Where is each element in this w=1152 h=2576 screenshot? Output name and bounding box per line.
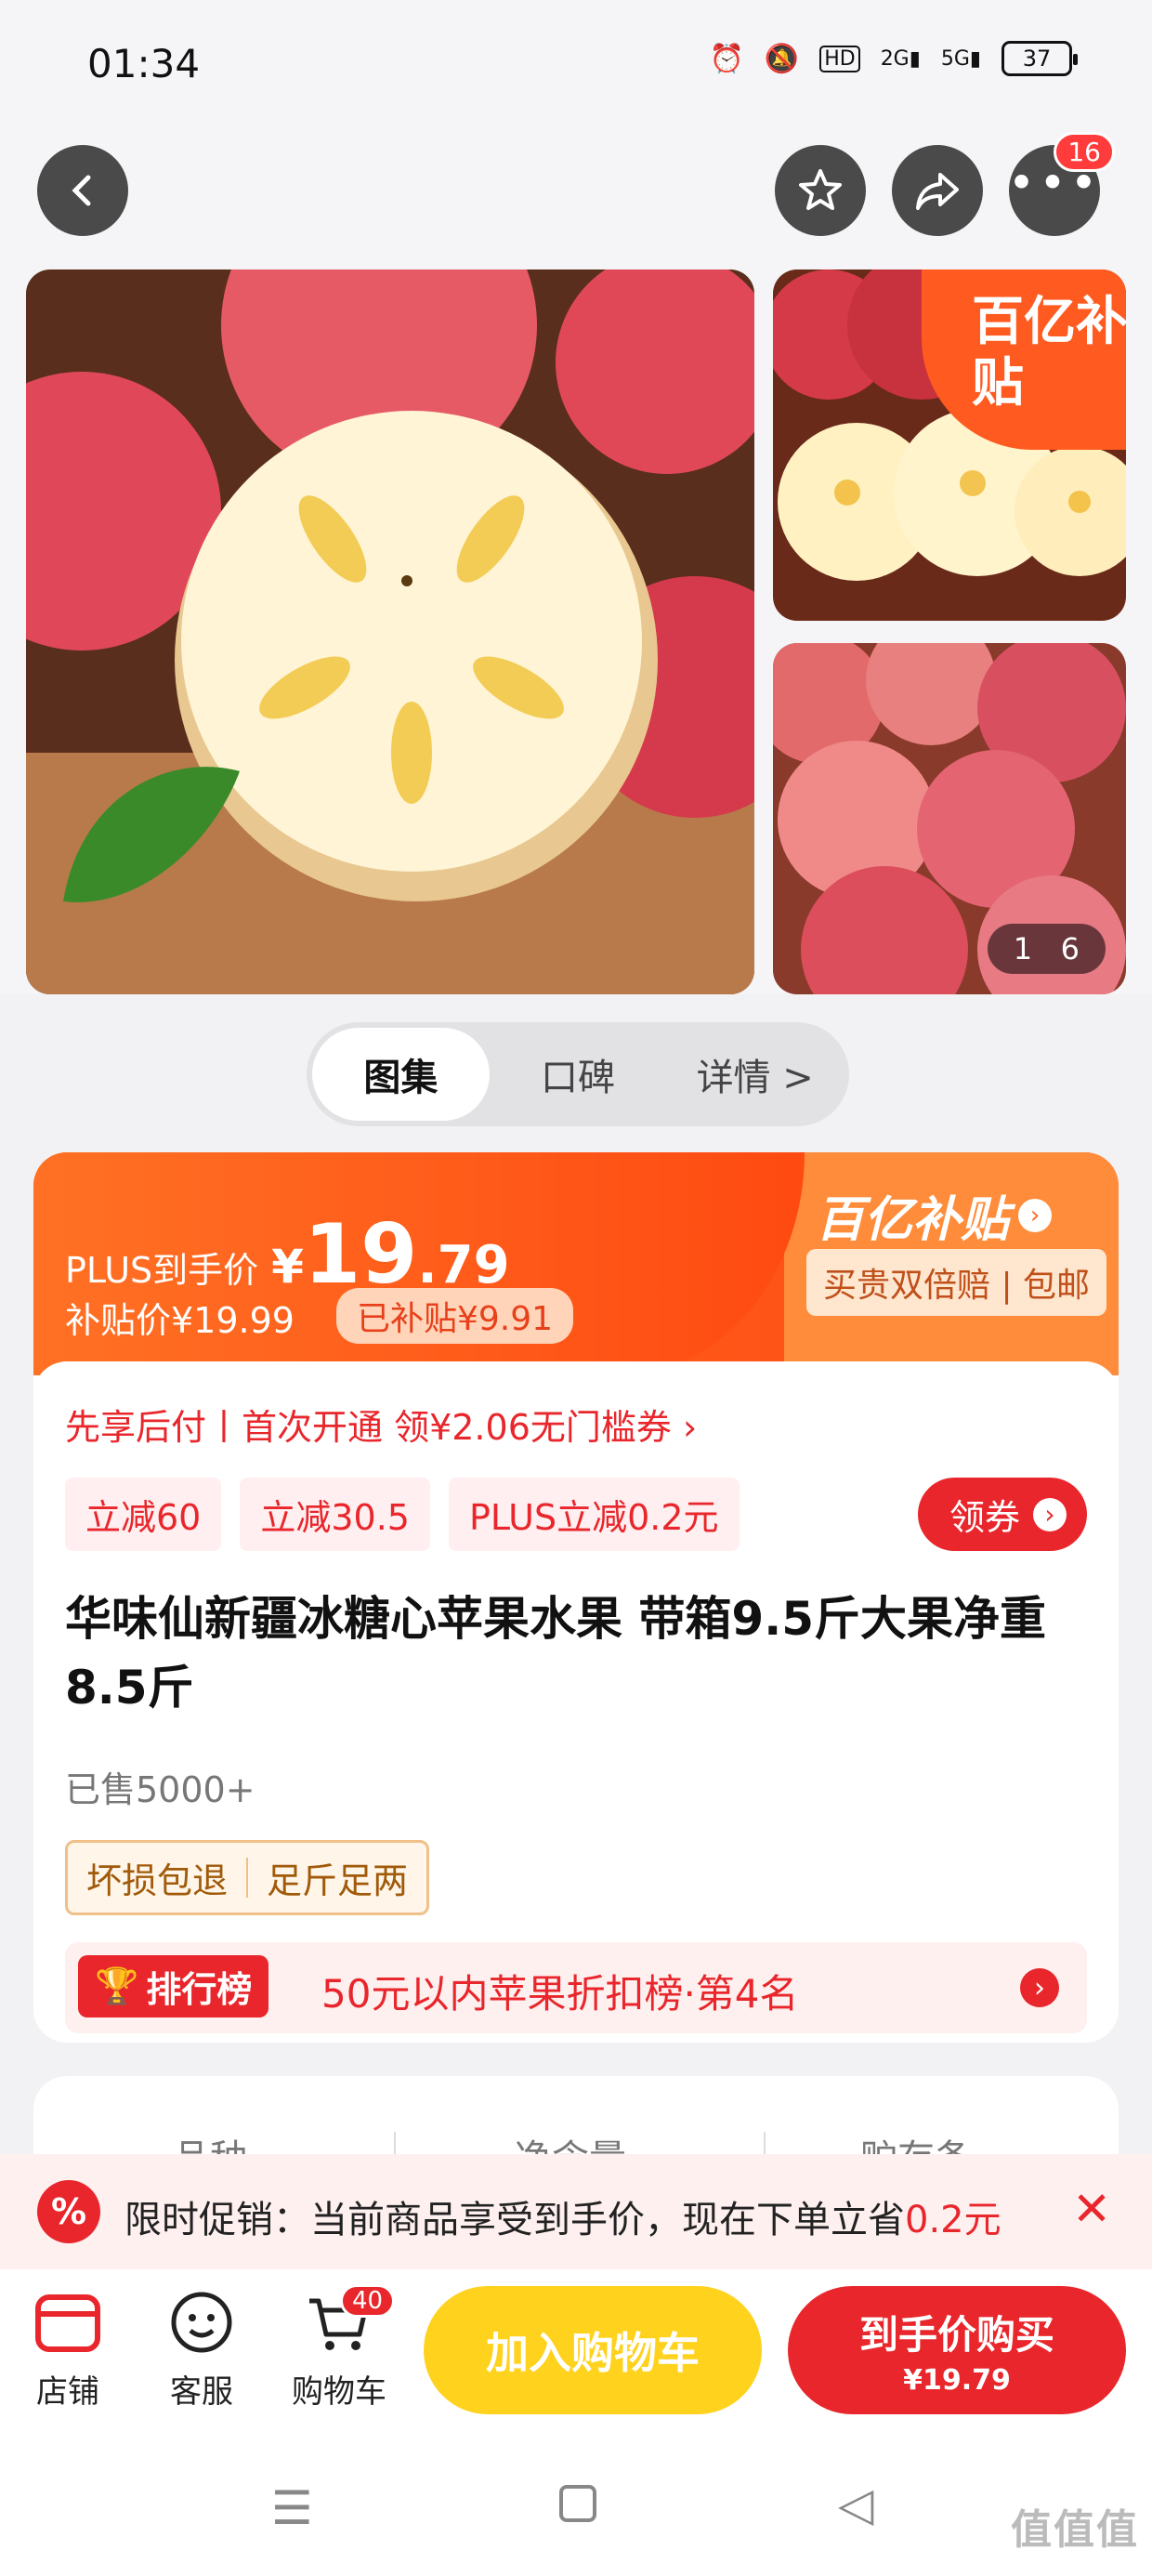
battery-icon: 37: [1001, 41, 1078, 76]
share-button[interactable]: [892, 145, 983, 236]
buy-now-button[interactable]: 到手价购买 ¥19.79: [788, 2286, 1126, 2414]
chevron-right-icon: ›: [1020, 1968, 1059, 2007]
chat-smile-icon: [171, 2292, 232, 2353]
watermark-logo: 值值值: [1011, 2506, 1139, 2554]
status-time: 01:34: [87, 41, 201, 86]
chevron-right-icon: ›: [1033, 1497, 1067, 1531]
service-tag: 足斤足两: [267, 1860, 409, 1901]
plus-price: PLUS到手价 ¥ 19 .79: [65, 1206, 510, 1302]
menu-icon[interactable]: ☰: [271, 2481, 313, 2535]
product-title: 华味仙新疆冰糖心苹果水果 带箱9.5斤大果净重8.5斤: [65, 1592, 1046, 1715]
store-button[interactable]: 店铺: [26, 2290, 110, 2412]
sold-count: 已售5000+: [65, 1769, 255, 1810]
back-button[interactable]: [37, 145, 128, 236]
tab-reviews[interactable]: 口碑: [490, 1028, 667, 1121]
mute-icon: 🔕: [764, 42, 800, 75]
promo-text: 限时促销：当前商品享受到手价，现在下单立省0.2元: [124, 2199, 1001, 2241]
signal-icon: 2G▮: [880, 46, 921, 71]
signal-5g-icon: 5G▮: [940, 46, 981, 71]
tab-details[interactable]: 详情 >: [666, 1028, 844, 1121]
main-product-image[interactable]: [26, 269, 754, 994]
image-counter: 1 6: [987, 924, 1106, 974]
alarm-icon: ⏰: [709, 42, 744, 75]
status-icons: ⏰ 🔕 HD 2G▮ 5G▮ 37: [709, 41, 1078, 76]
hd-icon: HD: [819, 45, 860, 72]
back-arrow-icon: [72, 175, 91, 206]
star-icon: [799, 169, 842, 210]
subsidized-amount: 已补贴¥9.91: [336, 1288, 574, 1344]
subsidy-price: 补贴价¥19.99: [65, 1300, 295, 1341]
favorite-button[interactable]: [775, 145, 866, 236]
message-count-badge: 16: [1054, 132, 1115, 172]
coupon-chip: PLUS立减0.2元: [448, 1478, 740, 1551]
thumbnail-image-1[interactable]: 百亿补贴: [773, 269, 1126, 621]
add-to-cart-button[interactable]: 加入购物车: [424, 2286, 762, 2414]
get-coupon-button[interactable]: 领券 ›: [917, 1478, 1087, 1551]
status-bar: 01:34 ⏰ 🔕 HD 2G▮ 5G▮ 37: [0, 0, 1152, 130]
home-icon[interactable]: [559, 2485, 596, 2522]
tab-gallery[interactable]: 图集: [312, 1028, 490, 1121]
ranking-text: 50元以内苹果折扣榜·第4名: [321, 1971, 799, 2017]
thumbnail-image-2[interactable]: 1 6: [773, 643, 1126, 994]
bottom-action-bar: 店铺 客服 40 购物车 加入购物车 到手价购买 ¥19.79: [0, 2269, 1152, 2437]
guarantee-label: 买贵双倍赔 | 包邮: [806, 1249, 1107, 1316]
product-info-body: 先享后付丨首次开通 领¥2.06无门槛券 › 立减60 立减30.5 PLUS立…: [33, 1361, 1119, 2043]
coupon-chip: 立减60: [65, 1478, 222, 1551]
close-icon[interactable]: ✕: [1072, 2182, 1111, 2236]
store-icon: [35, 2294, 100, 2352]
product-info-card: PLUS到手价 ¥ 19 .79 补贴价¥19.99 已补贴¥9.91 百亿补贴…: [33, 1152, 1119, 2043]
trophy-icon: 🏆: [95, 1965, 139, 2006]
pay-later-banner[interactable]: 先享后付丨首次开通 领¥2.06无门槛券 ›: [65, 1399, 697, 1450]
system-navigation-bar: ☰ ◁ 值值值: [0, 2437, 1152, 2576]
top-bar: ••• 16: [0, 130, 1152, 269]
content-tabs: 图集 口碑 详情 >: [307, 1022, 849, 1126]
customer-service-button[interactable]: 客服: [160, 2290, 243, 2412]
promo-banner[interactable]: % 限时促销：当前商品享受到手价，现在下单立省0.2元 ✕: [0, 2154, 1152, 2269]
chevron-right-icon: ›: [1018, 1198, 1053, 1232]
discount-icon: %: [37, 2180, 100, 2243]
coupon-chip: 立减30.5: [240, 1478, 430, 1551]
cart-button[interactable]: 40 购物车: [288, 2284, 396, 2412]
ranking-badge: 🏆 排行榜: [78, 1955, 269, 2017]
share-icon: [916, 173, 959, 210]
ranking-banner[interactable]: 🏆 排行榜 50元以内苹果折扣榜·第4名 ›: [65, 1942, 1087, 2033]
back-nav-icon[interactable]: ◁: [838, 2477, 873, 2531]
service-tag: 坏损包退: [86, 1860, 229, 1901]
subsidy-brand[interactable]: 百亿补贴 ›: [816, 1180, 1053, 1250]
service-tags: 坏损包退 足斤足两: [65, 1840, 430, 1915]
cart-count-badge: 40: [340, 2284, 396, 2318]
image-gallery[interactable]: 百亿补贴 1 6: [0, 269, 1152, 994]
more-button[interactable]: ••• 16: [1008, 132, 1115, 236]
coupon-chips: 立减60 立减30.5 PLUS立减0.2元: [65, 1478, 758, 1551]
